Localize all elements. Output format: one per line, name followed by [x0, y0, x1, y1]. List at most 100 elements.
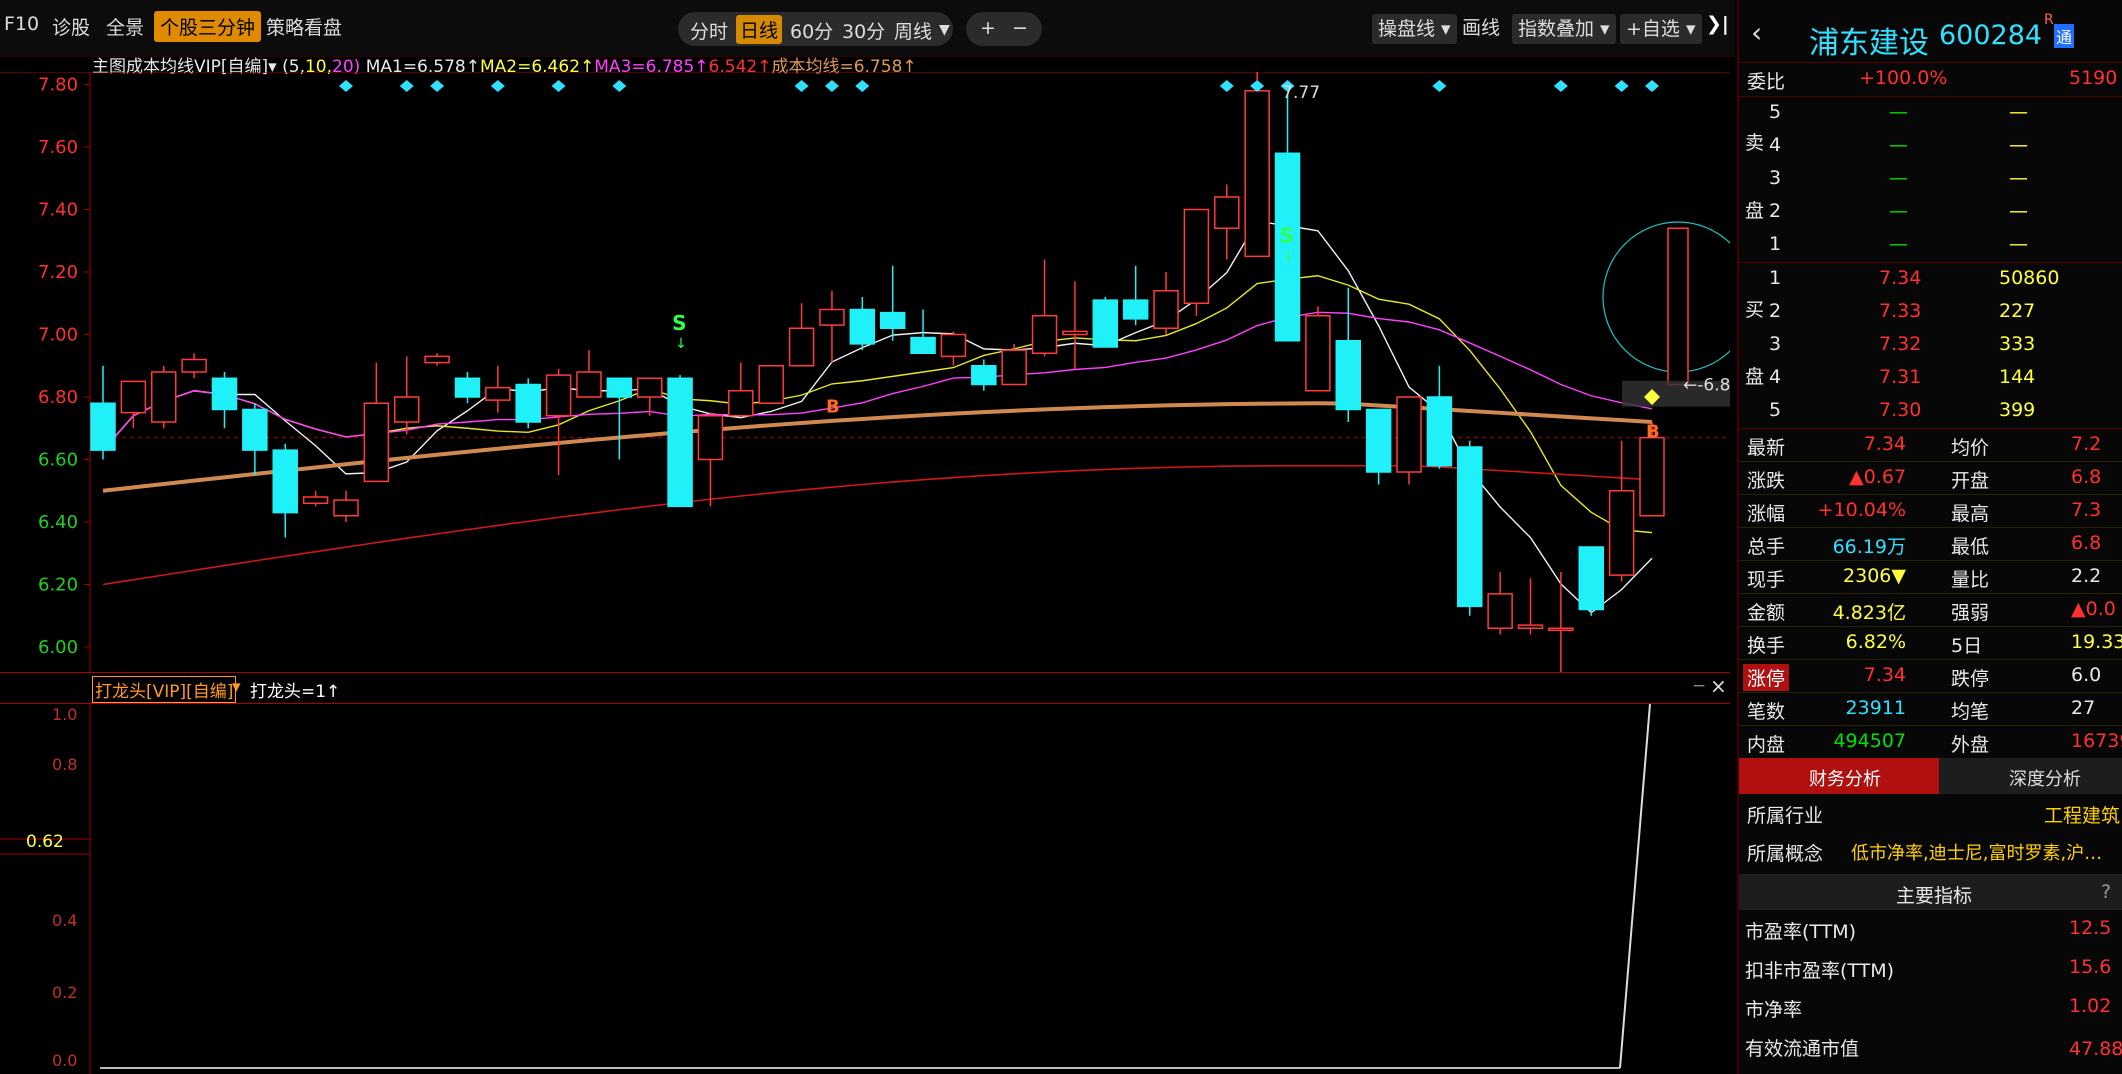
margin-badge: R [2044, 12, 2054, 28]
candle-body [1396, 396, 1422, 473]
signal-diamond [1432, 80, 1447, 92]
sub-indicator-chart[interactable]: 1.0 0.8 0.4 0.2 0.0 0.62 [0, 702, 1730, 1074]
quote-row: 换手 6.82% 5日 19.33 [1747, 631, 2122, 657]
sell-level-row: 2 — — [1769, 200, 2028, 222]
candle-body [545, 374, 572, 417]
candle-body [1639, 436, 1665, 517]
close-icon[interactable]: × [1710, 674, 1727, 698]
quote-row: 金额 4.823亿 强弱 ▲0.0 [1747, 598, 2116, 624]
draw-line-button[interactable]: 画线 [1462, 13, 1500, 40]
buy-signal: B [1646, 421, 1660, 442]
period-weekly[interactable]: 周线 [894, 17, 932, 44]
candle-body [393, 396, 420, 423]
chevron-down-icon[interactable]: ▼ [939, 22, 950, 38]
y-tick-label: 7.60 [38, 137, 78, 158]
quote-row: 涨跌 ▲0.67 开盘 6.8 [1747, 466, 2102, 492]
y-tick-label: 6.40 [38, 512, 78, 533]
sell-arrow: ↓ [1283, 248, 1295, 264]
candle-body [1335, 340, 1362, 411]
trade-line-button[interactable]: 操盘线 ▾ [1372, 14, 1457, 44]
sell-level-row: 5 — — [1769, 101, 2028, 123]
analysis-tabs: 财务分析 深度分析 [1739, 758, 2122, 794]
sub-value-label: 0.62 [26, 832, 64, 852]
buy-level-row: 1 7.34 50860 [1769, 267, 2060, 289]
candle-body [454, 377, 481, 398]
strategy-button[interactable]: 策略看盘 [266, 13, 342, 40]
f10-button[interactable]: F10 [4, 13, 39, 35]
highlight-candle [1667, 227, 1689, 386]
tab-deep[interactable]: 深度分析 [2009, 765, 2081, 791]
candle-body [181, 358, 207, 373]
candle-body [758, 365, 784, 404]
three-minute-button[interactable]: 个股三分钟 [154, 11, 262, 42]
candle-body [879, 311, 906, 329]
period-60min[interactable]: 60分 [790, 17, 833, 44]
sell-level-row: 3 — — [1769, 167, 2028, 189]
signal-diamond [399, 80, 414, 92]
candle-body [1548, 627, 1574, 631]
y-tick-label: 6.00 [38, 637, 78, 658]
zoom-out-button[interactable]: − [1012, 17, 1028, 39]
candlestick-chart[interactable]: 7.80 7.60 7.40 7.20 7.00 6.80 6.60 6.40 6.20 6.00… [0, 72, 1730, 672]
add-watchlist-button[interactable]: +自选 ▾ [1620, 14, 1702, 44]
candle-body [1244, 90, 1270, 258]
high-price-label: 7.77 [1282, 83, 1320, 103]
signal-diamond [551, 80, 566, 92]
order-side-label: 卖 [1745, 132, 1765, 154]
buy-level-row: 4 7.31 144 [1769, 366, 2036, 388]
candle-body [940, 333, 967, 358]
buy-level-row: 3 7.32 333 [1769, 333, 2036, 355]
candle-body [272, 449, 298, 514]
index-overlay-button[interactable]: 指数叠加 ▾ [1512, 14, 1616, 44]
svg-text:0.2: 0.2 [52, 983, 77, 1002]
candle-body [971, 365, 997, 386]
stock-name: 浦东建设 [1809, 26, 1929, 61]
signal-diamond [1645, 80, 1659, 92]
candle-body [242, 408, 268, 451]
order-side-label: 盘 [1745, 200, 1765, 222]
concept-row: 所属概念 低市净率,迪士尼,富时罗素,沪… [1747, 843, 2103, 865]
candle-body [1487, 593, 1513, 629]
sub-indicator-name[interactable]: 打龙头[VIP][自编] [92, 676, 237, 703]
stock-code: 600284 [1939, 20, 2043, 51]
signal-diamond [430, 80, 445, 92]
candle-body [697, 415, 724, 461]
commission-ratio-row: 委比 +100.0% 5190 [1747, 67, 2118, 93]
metric-row: 市盈率(TTM) 12.5 [1745, 917, 2112, 943]
candle-body [150, 371, 177, 423]
period-30min[interactable]: 30分 [842, 17, 885, 44]
sub-indicator-value: 打龙头=1↑ [250, 682, 341, 702]
candle-body [1183, 208, 1210, 304]
candle-body [1457, 446, 1483, 608]
candle-body [424, 355, 450, 364]
candle-body [667, 377, 693, 508]
collapse-icon[interactable]: ❯| [1706, 13, 1729, 35]
candle-body [1305, 315, 1331, 392]
candle-body [1426, 396, 1453, 467]
stock-header: ‹ 浦东建设 600284 R 通 [1739, 4, 2122, 64]
industry-row: 所属行业 工程建筑 [1747, 805, 2121, 827]
period-intraday[interactable]: 分时 [690, 17, 728, 44]
candle-body [1578, 546, 1605, 611]
panorama-button[interactable]: 全景 [106, 13, 144, 40]
candle-body [1517, 624, 1544, 629]
quote-row: 最新 7.34 均价 7.2 [1747, 433, 2102, 459]
order-side-label: 买 [1745, 299, 1765, 321]
signal-diamond [490, 80, 505, 92]
zoom-in-button[interactable]: + [980, 17, 996, 39]
sell-level-row: 4 — — [1769, 134, 2028, 156]
buy-level-row: 2 7.33 227 [1769, 300, 2036, 322]
help-icon[interactable]: ? [2101, 881, 2111, 903]
period-daily[interactable]: 日线 [736, 15, 783, 44]
buy-level-row: 5 7.30 399 [1769, 399, 2036, 421]
candle-body [302, 496, 329, 504]
diagnose-button[interactable]: 诊股 [52, 13, 90, 40]
candle-body [485, 386, 511, 401]
quote-row: 涨幅 +10.04% 最高 7.3 [1747, 499, 2102, 525]
signal-diamond [824, 80, 839, 92]
dropdown-icon[interactable]: ▾ [232, 677, 241, 697]
minimize-icon[interactable]: − [1692, 676, 1706, 696]
candle-body [1608, 490, 1635, 576]
signal-diamond [794, 80, 809, 92]
back-icon[interactable]: ‹ [1751, 16, 1762, 49]
